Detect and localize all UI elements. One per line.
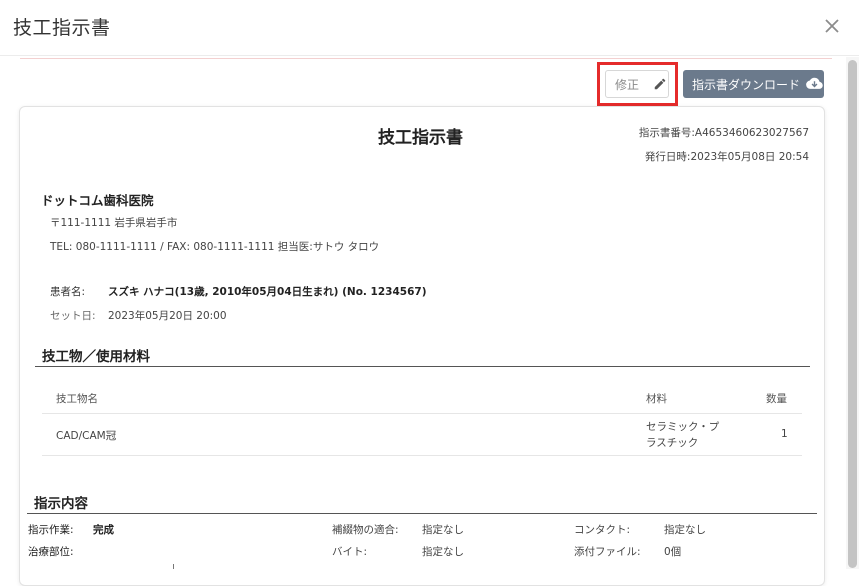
table-cell-material-line2: ラスチック	[646, 437, 699, 449]
divider	[20, 58, 832, 59]
edit-button-label: 修正	[615, 77, 640, 92]
modal-title: 技工指示書	[13, 17, 111, 39]
table-cell-name: CAD/CAM冠	[56, 430, 117, 442]
edit-button[interactable]: 修正	[605, 70, 669, 98]
document-number: 指示書番号:A4653460623027567	[638, 127, 809, 139]
download-button-label: 指示書ダウンロード	[692, 77, 801, 92]
table-row-divider	[42, 455, 802, 456]
work-label: 指示作業:	[28, 524, 74, 536]
column-header-qty: 数量	[766, 393, 787, 405]
section-divider	[35, 366, 810, 367]
document-title: 技工指示書	[378, 128, 463, 148]
set-date-value: 2023年05月20日 20:00	[108, 310, 227, 322]
clinic-contact: TEL: 080-1111-1111 / FAX: 080-1111-1111 …	[50, 241, 380, 253]
close-icon	[825, 19, 839, 33]
pencil-icon	[654, 78, 666, 90]
patient-value: スズキ ハナコ(13歳, 2010年05月04日生まれ) (No. 123456…	[108, 286, 427, 298]
scrollbar[interactable]	[846, 57, 859, 569]
table-cell-material-line1: セラミック・プ	[646, 421, 720, 433]
patient-label: 患者名:	[50, 286, 86, 298]
fit-value: 指定なし	[422, 524, 464, 536]
column-header-material: 材料	[646, 393, 667, 405]
clinic-name: ドットコム歯科医院	[41, 193, 154, 208]
modal-header: 技工指示書	[0, 0, 859, 56]
column-header-name: 技工物名	[56, 393, 98, 405]
scrollbar-thumb[interactable]	[848, 60, 857, 568]
instruction-document: 技工指示書 指示書番号:A4653460623027567 発行日時:2023年…	[19, 106, 825, 586]
attachment-value: 0個	[664, 546, 682, 558]
contact-value: 指定なし	[664, 524, 706, 536]
work-value: 完成	[93, 524, 114, 536]
attachment-label: 添付ファイル:	[574, 546, 641, 558]
bite-value: 指定なし	[422, 546, 464, 558]
download-button[interactable]: 指示書ダウンロード	[683, 70, 824, 98]
contact-label: コンタクト:	[574, 524, 631, 536]
set-date-label: セット日:	[50, 310, 96, 322]
clinic-address: 〒111-1111 岩手県岩手市	[50, 217, 178, 229]
divider-tick	[173, 564, 174, 569]
section-divider	[27, 513, 817, 514]
site-label: 治療部位:	[28, 546, 74, 558]
cloud-download-icon	[806, 77, 823, 89]
materials-section-title: 技工物／使用材料	[42, 349, 150, 365]
fit-label: 補綴物の適合:	[332, 524, 399, 536]
issued-datetime: 発行日時:2023年05月08日 20:54	[644, 151, 809, 163]
table-cell-qty: 1	[781, 428, 788, 440]
table-row-divider	[42, 413, 802, 414]
bite-label: バイト:	[332, 546, 368, 558]
instructions-section-title: 指示内容	[34, 496, 88, 512]
close-button[interactable]	[820, 14, 844, 38]
